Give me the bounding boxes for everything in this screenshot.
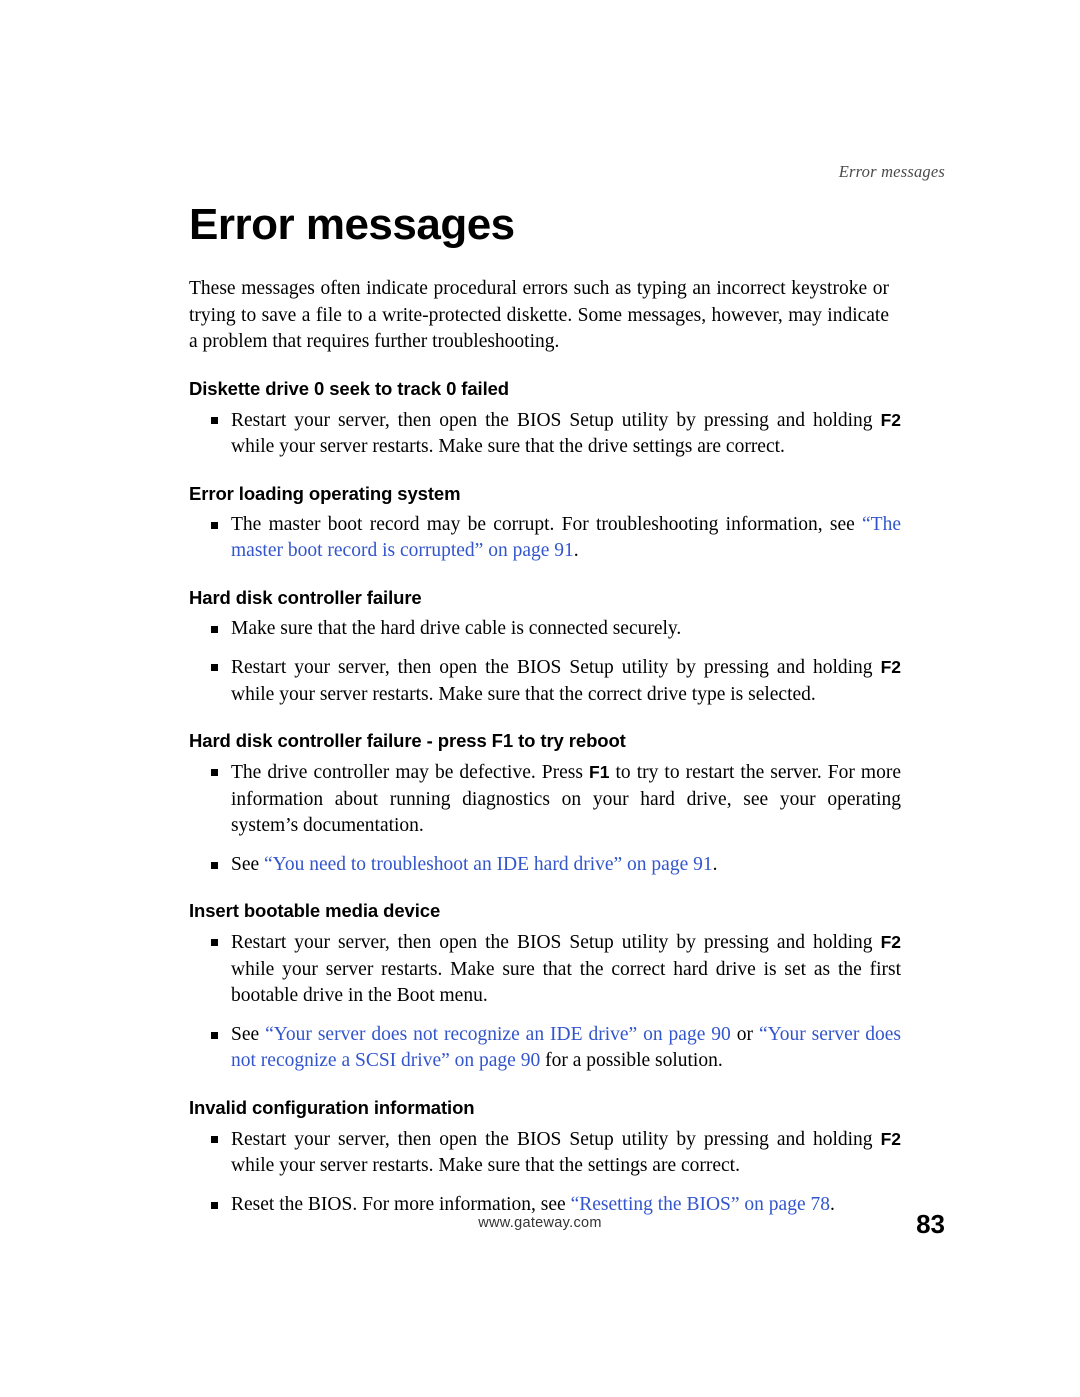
message-heading: Insert bootable media device (189, 900, 441, 921)
bullet-text: See (231, 853, 265, 875)
bullet-text: . (573, 540, 579, 561)
key-label: F2 (880, 932, 901, 952)
key-label: F1 (589, 762, 610, 782)
bullet-text: The master boot record may be corrupt. F… (231, 513, 863, 535)
key-label: F2 (880, 657, 901, 677)
bullet-text: or (730, 1023, 759, 1045)
key-label: F2 (880, 409, 901, 430)
bullet-list: Make sure that the hard drive cable is c… (189, 616, 949, 709)
bullet-list: The master boot record may be corrupt. F… (189, 512, 949, 565)
bullet-text: Reset the BIOS. For more information, se… (231, 1193, 571, 1215)
bullet-item: The master boot record may be corrupt. F… (189, 512, 901, 565)
bullet-text: for a possible solution. (540, 1050, 723, 1071)
bullet-text: while your server restarts. Make sure th… (231, 1155, 740, 1176)
message-heading: Hard disk controller failure - press F1 … (189, 730, 626, 751)
bullet-item: The drive controller may be defective. P… (189, 759, 901, 840)
bullet-item: Restart your server, then open the BIOS … (189, 407, 901, 461)
page-content: Error messages These messages often indi… (189, 200, 949, 1230)
bullet-item: See “You need to troubleshoot an IDE har… (189, 852, 901, 879)
page-title: Error messages (189, 200, 515, 249)
key-label: F2 (880, 1128, 901, 1149)
bullet-text: while your server restarts. Make sure th… (231, 436, 785, 457)
bullet-item: Make sure that the hard drive cable is c… (189, 616, 901, 643)
bullet-text: Restart your server, then open the BIOS … (231, 409, 881, 431)
bullet-item: See “Your server does not recognize an I… (189, 1022, 901, 1075)
bullet-text: Make sure that the hard drive cable is c… (231, 617, 682, 639)
message-heading: Invalid configuration information (189, 1096, 475, 1118)
document-page: Error messages Error messages These mess… (0, 0, 1080, 1397)
intro-paragraph: These messages often indicate procedural… (189, 278, 889, 352)
cross-reference-link[interactable]: “Your server does not recognize an IDE d… (265, 1024, 731, 1045)
bullet-text: See (231, 1023, 266, 1045)
bullet-text: Restart your server, then open the BIOS … (231, 657, 881, 678)
page-number: 83 (916, 1209, 945, 1239)
running-header: Error messages (838, 162, 945, 181)
bullet-item: Restart your server, then open the BIOS … (189, 1126, 901, 1180)
message-heading: Diskette drive 0 seek to track 0 failed (189, 377, 510, 399)
cross-reference-link[interactable]: “You need to troubleshoot an IDE hard dr… (264, 854, 713, 875)
bullet-text: Restart your server, then open the BIOS … (231, 1128, 881, 1150)
bullet-text: Restart your server, then open the BIOS … (231, 932, 881, 953)
bullet-list: Restart your server, then open the BIOS … (189, 407, 949, 461)
sections-container: Diskette drive 0 seek to track 0 failed R… (189, 378, 949, 1219)
cross-reference-link[interactable]: “Resetting the BIOS” on page 78 (571, 1194, 830, 1215)
message-heading: Error loading operating system (189, 482, 461, 504)
bullet-text: The drive controller may be defective. P… (231, 762, 590, 783)
message-heading: Hard disk controller failure (189, 586, 422, 608)
bullet-text: . (712, 853, 718, 875)
bullet-text: . (829, 1193, 835, 1215)
bullet-text: while your server restarts. Make sure th… (231, 683, 816, 705)
bullet-list: Restart your server, then open the BIOS … (189, 1126, 949, 1219)
bullet-list: The drive controller may be defective. P… (189, 759, 949, 878)
bullet-item: Restart your server, then open the BIOS … (189, 654, 901, 708)
bullet-list: Restart your server, then open the BIOS … (189, 929, 949, 1075)
bullet-text: while your server restarts. Make sure th… (231, 958, 901, 1007)
bullet-item: Restart your server, then open the BIOS … (189, 929, 901, 1010)
